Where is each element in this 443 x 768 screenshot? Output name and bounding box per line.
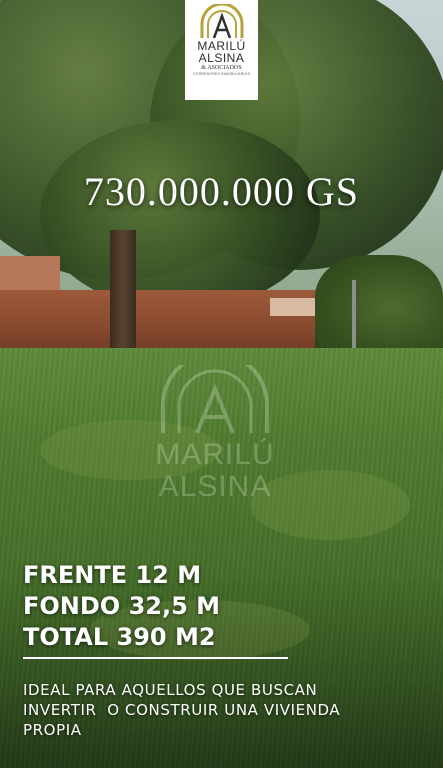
logo-asociados: & ASOCIADOS xyxy=(201,65,242,71)
spec-total: TOTAL 390 M2 xyxy=(23,623,216,651)
watermark-logo: MARILÚ ALSINA xyxy=(150,351,280,503)
bushes xyxy=(315,255,443,360)
tree-trunk xyxy=(110,230,136,350)
lot-specs: FRENTE 12 M FONDO 32,5 M TOTAL 390 M2 xyxy=(23,560,220,653)
spec-fondo: FONDO 32,5 M xyxy=(23,592,221,620)
description-line: IDEAL PARA AQUELLOS QUE BUSCAN xyxy=(23,681,318,699)
light-pole xyxy=(352,280,356,356)
company-logo: MARILÚ ALSINA & ASOCIADOS CORREDORES INM… xyxy=(185,0,258,100)
arch-logo-icon xyxy=(200,4,243,39)
building xyxy=(0,256,60,292)
description-line: INVERTIR O CONSTRUIR UNA VIVIENDA xyxy=(23,701,341,719)
watermark-name-last: ALSINA xyxy=(158,470,272,503)
watermark-arch-icon xyxy=(161,351,269,434)
divider xyxy=(23,657,288,659)
tree-canopy xyxy=(40,120,320,310)
watermark-name-first: MARILÚ xyxy=(155,438,275,471)
description-line: PROPIA xyxy=(23,721,82,739)
price-label: 730.000.000 GS xyxy=(83,169,360,214)
spec-frente: FRENTE 12 M xyxy=(23,561,202,589)
description: IDEAL PARA AQUELLOS QUE BUSCAN INVERTIR … xyxy=(23,680,423,740)
logo-name-last: ALSINA xyxy=(198,51,245,65)
logo-tagline: CORREDORES INMOBILIARIOS xyxy=(192,72,251,76)
